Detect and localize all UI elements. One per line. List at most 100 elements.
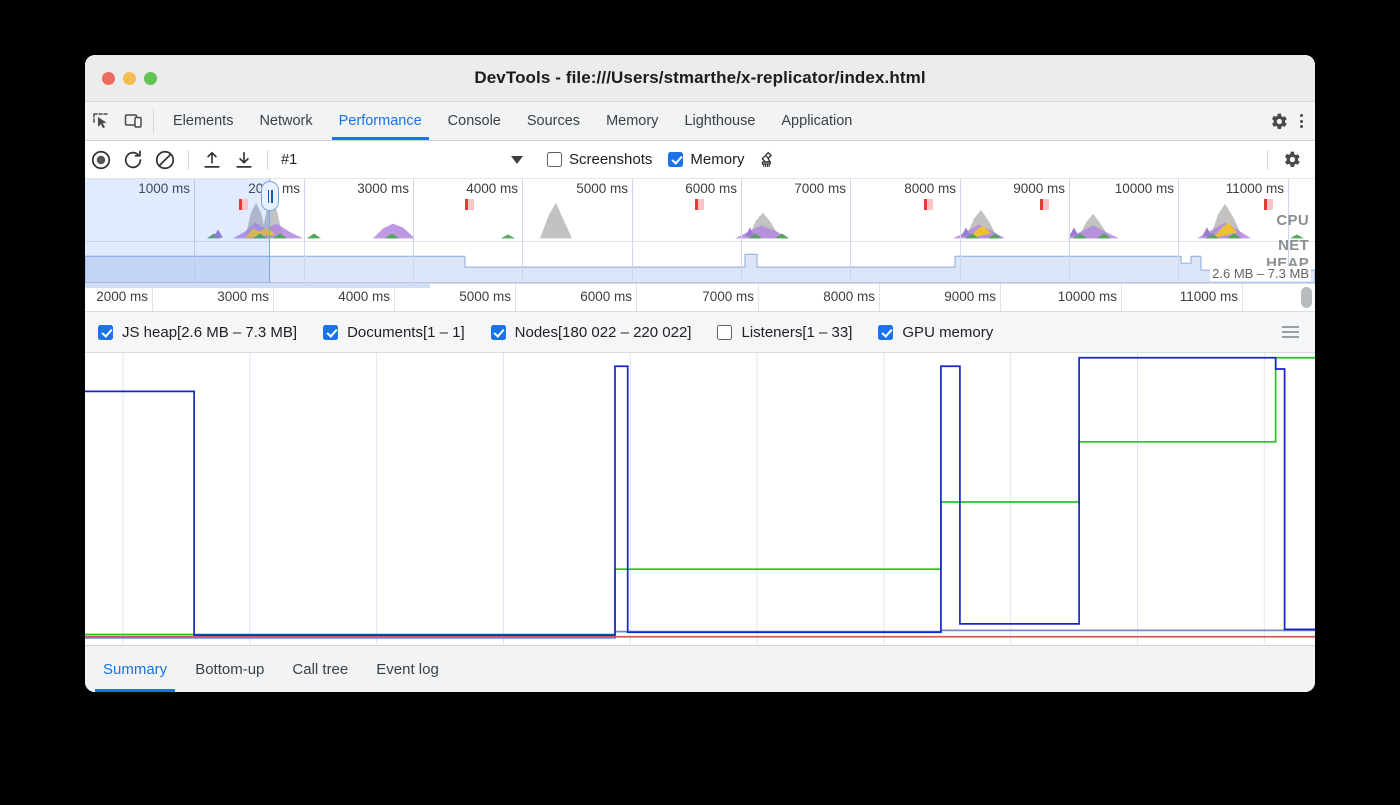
hamburger-menu-icon[interactable] (1266, 312, 1315, 352)
more-vertical-icon[interactable] (1294, 114, 1315, 128)
gear-icon[interactable] (1262, 111, 1294, 132)
legend-checkbox-nodes (491, 325, 506, 340)
drawer-tab-event-log[interactable]: Event log (362, 646, 453, 692)
ruler-tick: 3000 ms (273, 284, 274, 311)
ruler-tick-label: 5000 ms (459, 289, 511, 304)
ruler-tick-label: 11000 ms (1180, 289, 1238, 304)
ruler-tick-label: 4000 ms (338, 289, 390, 304)
tab-label: Network (259, 113, 312, 129)
window-title: DevTools - file:///Users/stmarthe/x-repl… (85, 68, 1315, 88)
clear-icon[interactable] (149, 145, 181, 175)
chevron-down-icon (511, 156, 523, 164)
reload-record-icon[interactable] (117, 145, 149, 175)
chart-series-line (85, 358, 1315, 635)
legend-label-gpu-memory: GPU memory (902, 324, 993, 341)
ruler-tick: 2000 ms (152, 284, 153, 311)
save-profile-icon[interactable] (228, 145, 260, 175)
collect-garbage-icon[interactable] (751, 145, 783, 175)
ruler-tick: 7000 ms (758, 284, 759, 311)
tab-elements[interactable]: Elements (160, 102, 246, 140)
tabstrip-divider (153, 109, 154, 133)
drawer-tab-label: Call tree (292, 661, 348, 678)
frame-marker (1040, 199, 1049, 210)
tab-performance[interactable]: Performance (326, 102, 435, 140)
tab-network[interactable]: Network (246, 102, 325, 140)
frame-marker (1264, 199, 1273, 210)
legend-checkbox-listeners (717, 325, 732, 340)
vertical-scrollbar-thumb[interactable] (1301, 287, 1312, 308)
timeline-ruler[interactable]: 2000 ms 3000 ms 4000 ms 5000 ms 6000 ms 7000 … (85, 284, 1315, 312)
profile-selected-value: #1 (281, 152, 297, 168)
profile-dropdown[interactable]: #1 (281, 147, 531, 173)
legend-checkbox-documents (323, 325, 338, 340)
counters-legend-bar: JS heap[2.6 MB – 7.3 MB] Documents[1 – 1… (85, 312, 1315, 353)
drawer-tab-label: Summary (103, 661, 167, 678)
legend-label-js-heap: JS heap[2.6 MB – 7.3 MB] (122, 324, 297, 341)
toolbar-divider-2 (267, 150, 268, 170)
memory-checkbox-box (668, 152, 683, 167)
overview-selection-window[interactable] (85, 179, 270, 283)
overview-band-label-net: NET (1278, 237, 1309, 254)
record-icon[interactable] (85, 145, 117, 175)
frame-marker (695, 199, 704, 210)
ruler-tick: 8000 ms (879, 284, 880, 311)
drawer-tab-bottom-up[interactable]: Bottom-up (181, 646, 278, 692)
toolbar-divider (188, 150, 189, 170)
gear-icon[interactable] (1275, 145, 1307, 175)
ruler-selection-bar (85, 284, 430, 288)
tab-label: Sources (527, 113, 580, 129)
tab-console[interactable]: Console (435, 102, 514, 140)
counters-chart-svg (85, 353, 1315, 645)
legend-checkbox-gpu-memory (878, 325, 893, 340)
tab-label: Elements (173, 113, 233, 129)
drawer-tab-label: Bottom-up (195, 661, 264, 678)
legend-item-gpu-memory[interactable]: GPU memory (865, 312, 1006, 352)
ruler-tick-label: 8000 ms (823, 289, 875, 304)
chart-series-line (85, 358, 1315, 635)
memory-label: Memory (690, 151, 744, 168)
legend-label-documents: Documents[1 – 1] (347, 324, 465, 341)
memory-checkbox[interactable]: Memory (668, 151, 744, 168)
tab-sources[interactable]: Sources (514, 102, 593, 140)
inspect-element-icon[interactable] (85, 102, 117, 140)
legend-spacer (1006, 312, 1266, 352)
legend-checkbox-js-heap (98, 325, 113, 340)
toolbar-right-controls (1260, 145, 1315, 175)
overview-selection-handle[interactable] (261, 181, 279, 211)
tabstrip-right-controls (1251, 102, 1315, 140)
tab-label: Lighthouse (684, 113, 755, 129)
frame-marker (239, 199, 248, 210)
legend-item-documents[interactable]: Documents[1 – 1] (310, 312, 478, 352)
ruler-tick-label: 7000 ms (702, 289, 754, 304)
tab-lighthouse[interactable]: Lighthouse (671, 102, 768, 140)
ruler-tick-label: 2000 ms (96, 289, 148, 304)
ruler-tick: 11000 ms (1242, 284, 1243, 311)
tab-memory[interactable]: Memory (593, 102, 671, 140)
drawer-tab-summary[interactable]: Summary (89, 646, 181, 692)
tab-label: Application (781, 113, 852, 129)
device-toolbar-icon[interactable] (117, 102, 149, 140)
load-profile-icon[interactable] (196, 145, 228, 175)
screenshots-label: Screenshots (569, 151, 652, 168)
ruler-tick: 10000 ms (1121, 284, 1122, 311)
drawer-tab-label: Event log (376, 661, 439, 678)
window-titlebar: DevTools - file:///Users/stmarthe/x-repl… (85, 55, 1315, 102)
devtools-tabstrip: Elements Network Performance Console Sou… (85, 102, 1315, 141)
devtools-window: DevTools - file:///Users/stmarthe/x-repl… (85, 55, 1315, 692)
drawer-tab-call-tree[interactable]: Call tree (278, 646, 362, 692)
ruler-tick-label: 9000 ms (944, 289, 996, 304)
timeline-overview[interactable]: 1000 ms2000 ms3000 ms4000 ms5000 ms6000 … (85, 179, 1315, 284)
memory-counters-chart[interactable] (85, 353, 1315, 645)
ruler-tick-label: 6000 ms (580, 289, 632, 304)
screenshots-checkbox[interactable]: Screenshots (547, 151, 652, 168)
legend-item-listeners[interactable]: Listeners[1 – 33] (704, 312, 865, 352)
legend-item-nodes[interactable]: Nodes[180 022 – 220 022] (478, 312, 705, 352)
screenshots-checkbox-box (547, 152, 562, 167)
toolbar-divider-3 (1267, 150, 1268, 170)
ruler-tick: 4000 ms (394, 284, 395, 311)
legend-label-nodes: Nodes[180 022 – 220 022] (515, 324, 692, 341)
ruler-tick-label: 3000 ms (217, 289, 269, 304)
ruler-tick: 5000 ms (515, 284, 516, 311)
legend-item-js-heap[interactable]: JS heap[2.6 MB – 7.3 MB] (85, 312, 310, 352)
tab-application[interactable]: Application (768, 102, 865, 140)
